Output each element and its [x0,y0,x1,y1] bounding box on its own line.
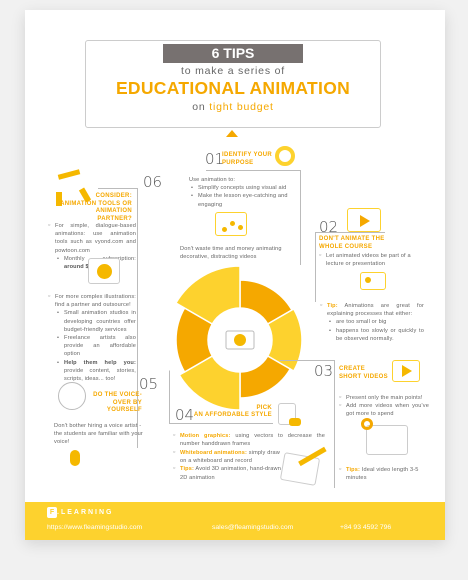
tip02-heading: DON'T ANIMATE THE WHOLE COURSE [319,236,385,250]
tip06-simple: For simple, dialogue-based animations: u… [48,221,136,255]
tip04-item: Motion graphics: using vectors to decrea… [173,431,325,448]
tip02-bullet: happens too slowly or quickly to be obse… [320,327,424,343]
tip04-item: Whiteboard animations: simply draw on a … [173,448,281,465]
globe-browser-icon [88,258,120,284]
tip04-heading: AN AFFORDABLE STYLE [193,412,272,418]
chart-icon [215,212,247,236]
target-icon [275,146,295,166]
tip05-text: Don't bother hiring a voice artist - the… [54,423,143,446]
tip01-bullet: Simplify concepts using visual aid [182,184,294,192]
tip06-complex: For more complex illustrations: find a p… [48,292,136,309]
tip01-intro: Use animation to: [189,177,236,183]
tip06-help: Help them help you: provide content, sto… [48,359,136,384]
tip03-heading: CREATE SHORT VIDEOS [339,366,388,380]
tip02-text: Let animated videos be part of a lecture… [319,251,429,268]
tip01-heading: IDENTIFY YOUR PURPOSE [222,152,273,166]
tip01-note: Don't waste time and money animating dec… [180,246,282,261]
video-frame-icon [392,360,420,382]
footer-phone: +84 93 4592 796 [340,524,392,531]
title-box: 6 TIPS to make a series of EDUCATIONAL A… [85,40,381,128]
tip03-point: Add more videos when you've got more to … [339,401,429,418]
main-title: EDUCATIONAL ANIMATION [115,78,351,98]
title-arrow-icon [226,130,238,137]
footer-logo: F .LEARNING [47,507,114,518]
tips-badge: 6 TIPS [163,44,303,63]
lightbulb-board-icon [360,272,386,290]
footer-website[interactable]: https://www.fleamingstudio.com [47,524,142,531]
title-on: on [192,101,206,113]
tip06-bullet: Freelance artists also provide an afford… [48,334,136,359]
tip06-number: 06 [143,173,163,191]
voice-icon [58,382,86,410]
key-checklist-icon [361,418,408,455]
title-accent: tight budget [209,101,274,113]
tip06-bullet: Small animation studios in developing co… [48,309,136,334]
tip03-point: Present only the main points! [339,393,429,402]
tip02-tip: Tip: Animations are great for explaining… [320,301,424,318]
tip01-bullet: Make the lesson eye-catching and engagin… [182,192,294,208]
tip04-item: Tips: Avoid 3D animation, hand-drawn 2D … [173,464,281,481]
tip05-number: 05 [139,375,159,393]
microphone-icon [70,450,80,466]
video-graduation-icon [347,208,381,232]
tip02-bullet: are too small or big [320,318,424,326]
document-coins-icon [278,403,301,426]
tip03-tip: Tips: Ideal video length 3-5 minutes [339,465,429,482]
logo-letter: F [47,507,57,518]
tablet-pencil-icon [279,446,327,486]
title-line1: to make a series of [181,65,285,77]
tip05-heading: DO THE VOICE-OVER BY YOURSELF [93,392,142,413]
tip06-heading: CONSIDER: ANIMATION TOOLS OR ANIMATION P… [60,193,132,222]
footer: F .LEARNING https://www.fleamingstudio.co… [25,502,445,540]
footer-email[interactable]: sales@fleamingstudio.com [212,524,293,531]
logo-text: .LEARNING [57,509,114,516]
